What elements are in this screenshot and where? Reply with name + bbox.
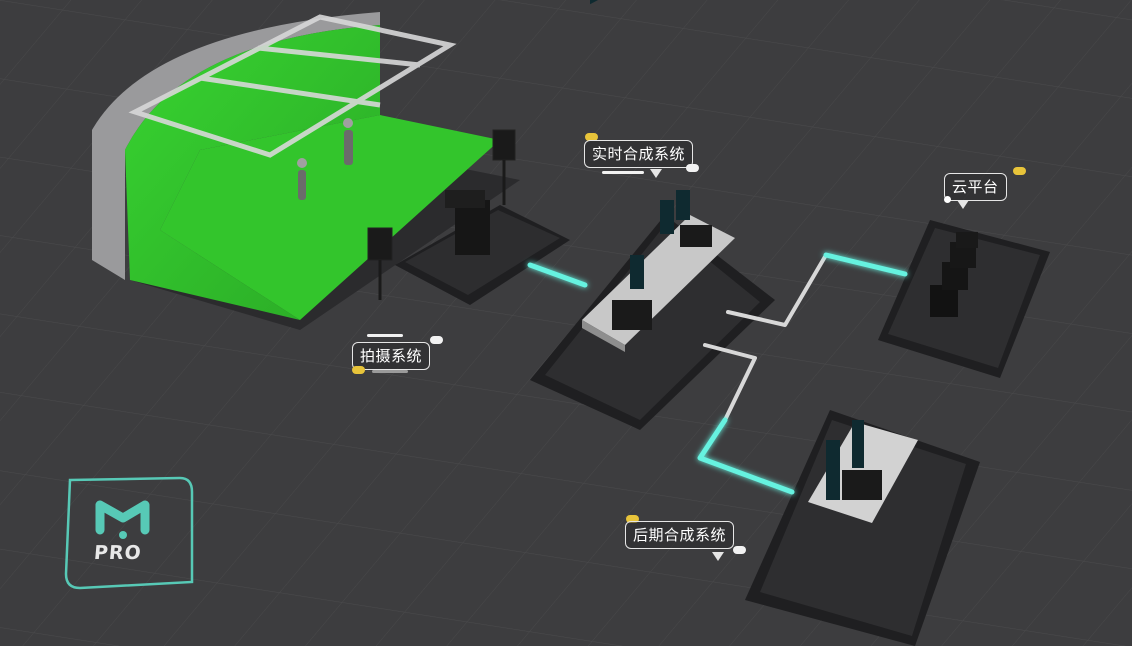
system-diagram-canvas (0, 0, 1132, 646)
logo-pro-text: PRO (93, 542, 143, 564)
label-cloud: 云平台 (944, 173, 1007, 201)
label-post: 后期合成系统 (625, 521, 735, 549)
label-realtime: 实时合成系统 (584, 140, 694, 168)
label-shooting: 拍摄系统 (352, 342, 431, 370)
